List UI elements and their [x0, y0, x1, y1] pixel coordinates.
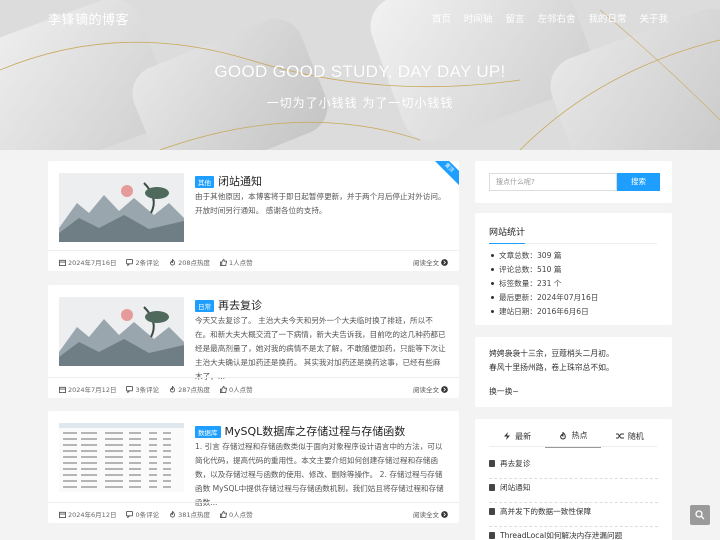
site-stats-card: 网站统计 文章总数：309 篇 评论总数：510 篇 标签数量：231 个 最后…	[475, 213, 672, 325]
post-title[interactable]: 日常 再去复诊	[195, 297, 262, 313]
post-likes[interactable]: 0人点赞	[220, 509, 253, 519]
nav-guestbook[interactable]: 留言	[505, 11, 524, 25]
hero-banner: 李锋镝的博客 首页 时间轴 留言 左邻右舍 我的日常 关于我 GOOD GOOD…	[0, 0, 720, 150]
category-tag[interactable]: 数据库	[195, 426, 221, 438]
post-card: 数据库 MySQL数据库之存储过程与存储函数 1. 引言 存储过程和存储函数类似于…	[48, 411, 459, 523]
fire-icon	[560, 431, 567, 439]
category-tag[interactable]: 日常	[195, 300, 214, 312]
post-likes[interactable]: 0人点赞	[220, 384, 253, 394]
post-comments[interactable]: 3条评论	[126, 384, 159, 394]
post-date: 2024年6月12日	[59, 509, 116, 519]
fire-icon	[170, 385, 175, 393]
book-icon	[489, 484, 495, 491]
tab-latest[interactable]: 最新	[489, 427, 545, 448]
post-thumbnail[interactable]	[59, 173, 184, 242]
book-icon	[489, 460, 495, 467]
post-tabs-card: 最新 热点 随机 再去复诊 闭站通知 高并发下的数据一致性保障 ThreadLo…	[475, 419, 672, 540]
comment-icon	[126, 258, 134, 266]
post-likes[interactable]: 1人点赞	[220, 257, 253, 267]
thumbs-up-icon	[220, 258, 228, 266]
book-icon	[489, 532, 495, 539]
post-footer: 2024年7月16日 2条评论 208点热度 1人点赞 阅读全文	[48, 250, 459, 271]
post-heat: 208点热度	[169, 257, 210, 267]
poem-card: 娉娉袅袅十三余，豆蔻梢头二月初。 春风十里扬州路，卷上珠帘总不如。 换一换~	[475, 337, 672, 407]
search-float-button[interactable]	[690, 505, 710, 525]
stats-title: 网站统计	[489, 228, 526, 238]
post-comments[interactable]: 2条评论	[126, 257, 159, 267]
calendar-icon	[59, 259, 66, 266]
post-footer: 2024年7月12日 3条评论 287点热度 0人点赞 阅读全文	[48, 377, 459, 398]
arrow-right-circle-icon	[441, 510, 448, 518]
thumbs-up-icon	[220, 510, 228, 518]
list-item[interactable]: 闭站通知	[489, 479, 658, 503]
post-excerpt: 1. 引言 存储过程和存储函数类似于面向对象程序设计语言中的方法，可以简化代码，…	[195, 442, 444, 507]
tab-random[interactable]: 随机	[602, 427, 658, 448]
poem-line: 娉娉袅袅十三余，豆蔻梢头二月初。	[489, 349, 614, 358]
post-thumbnail[interactable]	[59, 423, 184, 492]
stat-last-update: 最后更新：2024年07月16日	[490, 291, 598, 305]
post-heat: 381点热度	[169, 509, 210, 519]
hero-subtitle: 一切为了小钱钱 为了一切小钱钱	[266, 96, 454, 110]
arrow-right-circle-icon	[441, 385, 448, 393]
fire-icon	[170, 510, 175, 518]
refresh-poem-link[interactable]: 换一换~	[489, 385, 614, 399]
calendar-icon	[59, 386, 66, 393]
post-thumbnail[interactable]	[59, 297, 184, 366]
post-date: 2024年7月16日	[59, 257, 116, 267]
shuffle-icon	[615, 433, 624, 439]
landscape-image	[59, 297, 184, 366]
list-item[interactable]: 高并发下的数据一致性保障	[489, 503, 658, 527]
stat-founded: 建站日期：2016年6月6日	[490, 305, 598, 319]
post-excerpt: 今天又去复诊了。 主治大夫今天和另外一个大夫临时换了排班，所以不在。和新大夫大概…	[195, 316, 446, 381]
stat-tags: 标签数量：231 个	[490, 277, 598, 291]
post-heat: 287点热度	[169, 384, 210, 394]
lightning-icon	[504, 432, 511, 440]
search-card: 搜点什么呢? 搜索	[475, 161, 672, 203]
search-input[interactable]: 搜点什么呢?	[489, 173, 617, 191]
stat-comments: 评论总数：510 篇	[490, 263, 598, 277]
post-card: 置顶 其他 闭站通知 由于其他原因，本博客将于即日起暂停更新，并于两个月后停止对外…	[48, 161, 459, 271]
post-comments[interactable]: 0条评论	[126, 509, 159, 519]
hot-post-list: 再去复诊 闭站通知 高并发下的数据一致性保障 ThreadLocal如何解决内存…	[489, 455, 658, 540]
arrow-right-circle-icon	[441, 258, 448, 266]
post-date: 2024年7月12日	[59, 384, 116, 394]
read-more-link[interactable]: 阅读全文	[413, 257, 448, 267]
calendar-icon	[59, 511, 66, 518]
landscape-image	[59, 173, 184, 242]
book-icon	[489, 508, 495, 515]
thumbs-up-icon	[220, 385, 228, 393]
main-nav: 首页 时间轴 留言 左邻右舍 我的日常 关于我	[432, 11, 668, 25]
search-button[interactable]: 搜索	[617, 173, 660, 191]
tab-hot[interactable]: 热点	[545, 427, 602, 448]
post-card: 日常 再去复诊 今天又去复诊了。 主治大夫今天和另外一个大夫临时换了排班，所以不在…	[48, 285, 459, 398]
comment-icon	[126, 510, 134, 518]
tab-bar: 最新 热点 随机	[475, 427, 672, 448]
poem-line: 春风十里扬州路，卷上珠帘总不如。	[489, 363, 614, 372]
nav-timeline[interactable]: 时间轴	[464, 11, 493, 25]
post-title[interactable]: 其他 闭站通知	[195, 173, 262, 189]
category-tag[interactable]: 其他	[195, 176, 214, 188]
list-item[interactable]: ThreadLocal如何解决内存泄漏问题	[489, 527, 658, 540]
stats-list: 文章总数：309 篇 评论总数：510 篇 标签数量：231 个 最后更新：20…	[490, 249, 598, 319]
nav-home[interactable]: 首页	[432, 11, 451, 25]
post-title[interactable]: 数据库 MySQL数据库之存储过程与存储函数	[195, 423, 405, 439]
stat-posts: 文章总数：309 篇	[490, 249, 598, 263]
nav-about[interactable]: 关于我	[639, 11, 668, 25]
stats-divider	[489, 243, 657, 244]
read-more-link[interactable]: 阅读全文	[413, 384, 448, 394]
hero-title: GOOD GOOD STUDY, DAY DAY UP!	[214, 62, 506, 81]
list-item[interactable]: 再去复诊	[489, 455, 658, 479]
site-brand[interactable]: 李锋镝的博客	[48, 9, 129, 28]
post-excerpt: 由于其他原因，本博客将于即日起暂停更新，并于两个月后停止对外访问。开放时间另行通…	[195, 192, 446, 215]
fire-icon	[170, 258, 175, 266]
post-footer: 2024年6月12日 0条评论 381点热度 0人点赞 阅读全文	[48, 502, 459, 523]
nav-friends[interactable]: 左邻右舍	[537, 11, 575, 25]
read-more-link[interactable]: 阅读全文	[413, 509, 448, 519]
nav-daily[interactable]: 我的日常	[588, 11, 626, 25]
sticky-corner-badge: 置顶	[428, 161, 459, 189]
comment-icon	[126, 385, 134, 393]
search-icon	[695, 510, 705, 520]
table-screenshot-image	[59, 423, 184, 492]
